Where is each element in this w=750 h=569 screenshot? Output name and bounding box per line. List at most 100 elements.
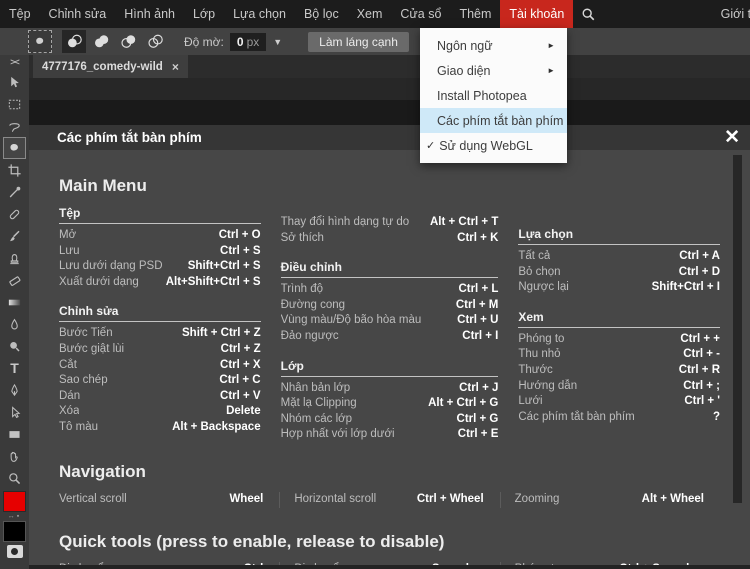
pen-tool-icon[interactable] — [3, 379, 26, 401]
mode-add-selection-icon[interactable] — [89, 30, 113, 53]
marquee-tool-icon[interactable] — [3, 93, 26, 115]
group-freeform: Thay đổi hình dạng tự do Alt + Ctrl + T S… — [281, 215, 499, 246]
menu-cua-so[interactable]: Cửa sổ — [391, 0, 450, 28]
shortcut-row: Xóa Delete — [59, 405, 261, 418]
dodge-tool-icon[interactable] — [3, 335, 26, 357]
dialog-scrollbar[interactable] — [733, 155, 742, 503]
selection-modes — [62, 30, 170, 53]
menu-tep[interactable]: Tệp — [0, 0, 40, 28]
main-menu-heading: Main Menu — [59, 176, 147, 195]
menu-chinh-sua[interactable]: Chỉnh sửa — [40, 0, 116, 28]
mode-new-selection-icon[interactable] — [62, 30, 86, 53]
opacity-caret-icon[interactable]: ▼ — [273, 37, 282, 47]
foreground-color-swatch[interactable] — [3, 491, 26, 512]
dialog-title: Các phím tắt bàn phím — [57, 130, 202, 145]
menu-hinh-anh[interactable]: Hình ảnh — [115, 0, 184, 28]
shortcut-row: Đảo ngược Ctrl + I — [280, 329, 499, 342]
eyedropper-tool-icon[interactable] — [3, 181, 26, 203]
shortcut-row: Zooming Alt + Wheel — [499, 492, 720, 508]
menu-tai-khoan[interactable]: Tài khoản — [500, 0, 574, 28]
search-icon[interactable] — [573, 7, 604, 22]
tab-close-icon[interactable]: × — [172, 60, 179, 74]
hand-tool-icon[interactable] — [3, 445, 26, 467]
shortcut-row: Cắt Ctrl + X — [59, 358, 261, 371]
type-tool-icon[interactable]: T — [3, 357, 26, 379]
collapse-arrows-icon[interactable]: >< — [10, 55, 19, 71]
menu-them[interactable]: Thêm — [450, 0, 500, 28]
menu-lua-chon[interactable]: Lựa chọn — [224, 0, 295, 28]
menu-bo-loc[interactable]: Bộ lọc — [295, 0, 348, 28]
shortcut-row: Tô màu Alt + Backspace — [59, 420, 261, 433]
shortcut-row: Thu nhỏ Ctrl + - — [518, 348, 720, 361]
opacity-label: Độ mờ: — [184, 34, 224, 49]
opacity-value: 0 — [236, 34, 244, 49]
shortcut-row: Trình độ Ctrl + L — [280, 283, 499, 296]
submenu-arrow-icon: ► — [547, 66, 555, 75]
dialog-header: Các phím tắt bàn phím ✕ — [29, 125, 750, 150]
mode-subtract-selection-icon[interactable] — [116, 30, 140, 53]
photopea-app: Tệp Chỉnh sửa Hình ảnh Lớp Lựa chọn Bộ l… — [0, 0, 750, 569]
healing-tool-icon[interactable] — [3, 203, 26, 225]
document-tab[interactable]: 4777176_comedy-wild × — [33, 55, 188, 78]
crop-tool-icon[interactable] — [3, 159, 26, 181]
shortcut-row: Dán Ctrl + V — [59, 389, 261, 402]
menu-item-use-webgl[interactable]: ✓ Sử dụng WebGL — [420, 133, 567, 158]
blur-tool-icon[interactable] — [3, 313, 26, 335]
shortcut-row: Nhân bản lớp Ctrl + J — [280, 381, 499, 394]
shortcut-row: Thay đổi hình dạng tự do Alt + Ctrl + T — [280, 216, 499, 228]
gradient-tool-icon[interactable] — [3, 291, 26, 313]
shortcut-row: Bỏ chọn Ctrl + D — [518, 265, 720, 278]
dialog-bottom-edge — [29, 565, 750, 569]
mode-intersect-selection-icon[interactable] — [143, 30, 167, 53]
shortcut-row: Xuất dưới dạng Alt+Shift+Ctrl + S — [59, 275, 261, 288]
lasso-tool-icon[interactable] — [3, 115, 26, 137]
background-color-swatch[interactable] — [3, 521, 26, 542]
group-xem: Xem Phóng to Ctrl + + Thu nhỏ Ctrl + - Thư… — [518, 310, 720, 426]
shortcut-row: Thước Ctrl + R — [518, 363, 720, 376]
tools-sidebar: >< T ↔▪ — [0, 55, 29, 569]
quick-selection-tool-icon[interactable] — [3, 137, 26, 159]
anti-alias-button[interactable]: Làm láng cạnh — [308, 31, 409, 52]
account-dropdown-menu: Ngôn ngữ ► Giao diện ► Install Photopea … — [420, 28, 567, 163]
quick-tools-heading: Quick tools (press to enable, release to… — [59, 531, 445, 551]
swap-colors-icon[interactable]: ↔▪ — [8, 512, 21, 521]
menu-gioi-thieu[interactable]: Giới th — [721, 7, 750, 21]
dialog-close-icon[interactable]: ✕ — [724, 128, 740, 147]
menu-lop[interactable]: Lớp — [184, 0, 224, 28]
shortcut-row: Sở thích Ctrl + K — [280, 231, 499, 244]
shortcut-row: Vertical scroll Wheel — [59, 493, 264, 505]
group-lop: Lớp Nhân bản lớp Ctrl + J Mặt lạ Clipping… — [280, 359, 499, 443]
brush-tool-icon[interactable] — [3, 225, 26, 247]
shortcut-row: Bước giật lùi Ctrl + Z — [59, 342, 261, 355]
current-tool-icon — [28, 30, 52, 53]
shape-tool-icon[interactable] — [3, 423, 26, 445]
move-tool-icon[interactable] — [3, 71, 26, 93]
shortcut-row: Hợp nhất với lớp dưới Ctrl + E — [280, 428, 499, 441]
menu-item-ngon-ngu[interactable]: Ngôn ngữ ► — [420, 33, 567, 58]
menu-xem[interactable]: Xem — [348, 0, 392, 28]
group-dieu-chinh: Điều chỉnh Trình độ Ctrl + L Đường cong Ct… — [280, 260, 499, 344]
navigation-rows: Vertical scroll Wheel Horizontal scroll Ct… — [59, 492, 720, 508]
shortcut-row: Hướng dẫn Ctrl + ; — [518, 379, 720, 392]
path-select-tool-icon[interactable] — [3, 401, 26, 423]
opacity-input[interactable]: 0 px — [229, 32, 267, 51]
shortcut-row: Lưới Ctrl + ' — [518, 395, 720, 408]
clone-stamp-tool-icon[interactable] — [3, 247, 26, 269]
shortcut-row: Mở Ctrl + O — [59, 229, 261, 241]
menu-item-keyboard-shortcuts[interactable]: Các phím tắt bàn phím — [420, 108, 567, 133]
menu-item-install-photopea[interactable]: Install Photopea — [420, 83, 567, 108]
keyboard-shortcuts-dialog: Các phím tắt bàn phím ✕ Main Menu Tệp Mở… — [29, 125, 750, 569]
shortcut-row: Vùng màu/Độ bão hòa màu Ctrl + U — [280, 314, 499, 327]
shortcut-row: Lưu Ctrl + S — [59, 244, 261, 257]
dialog-body: Main Menu Tệp Mở Ctrl + O Lưu Ctrl + S Lưu… — [29, 150, 750, 569]
zoom-tool-icon[interactable] — [3, 467, 26, 489]
column-3: Lựa chọn Tất cả Ctrl + A Bỏ chọn Ctrl + D … — [518, 206, 720, 425]
column-2: Thay đổi hình dạng tự do Alt + Ctrl + T S… — [280, 206, 499, 443]
shortcut-row: Tất cả Ctrl + A — [518, 250, 720, 262]
menu-item-giao-dien[interactable]: Giao diện ► — [420, 58, 567, 83]
column-1: Tệp Mở Ctrl + O Lưu Ctrl + S Lưu dưới dạng… — [59, 206, 261, 436]
group-tep: Tệp Mở Ctrl + O Lưu Ctrl + S Lưu dưới dạng… — [59, 206, 261, 290]
navigation-heading: Navigation — [59, 462, 146, 481]
quick-mask-icon[interactable] — [6, 545, 23, 558]
eraser-tool-icon[interactable] — [3, 269, 26, 291]
